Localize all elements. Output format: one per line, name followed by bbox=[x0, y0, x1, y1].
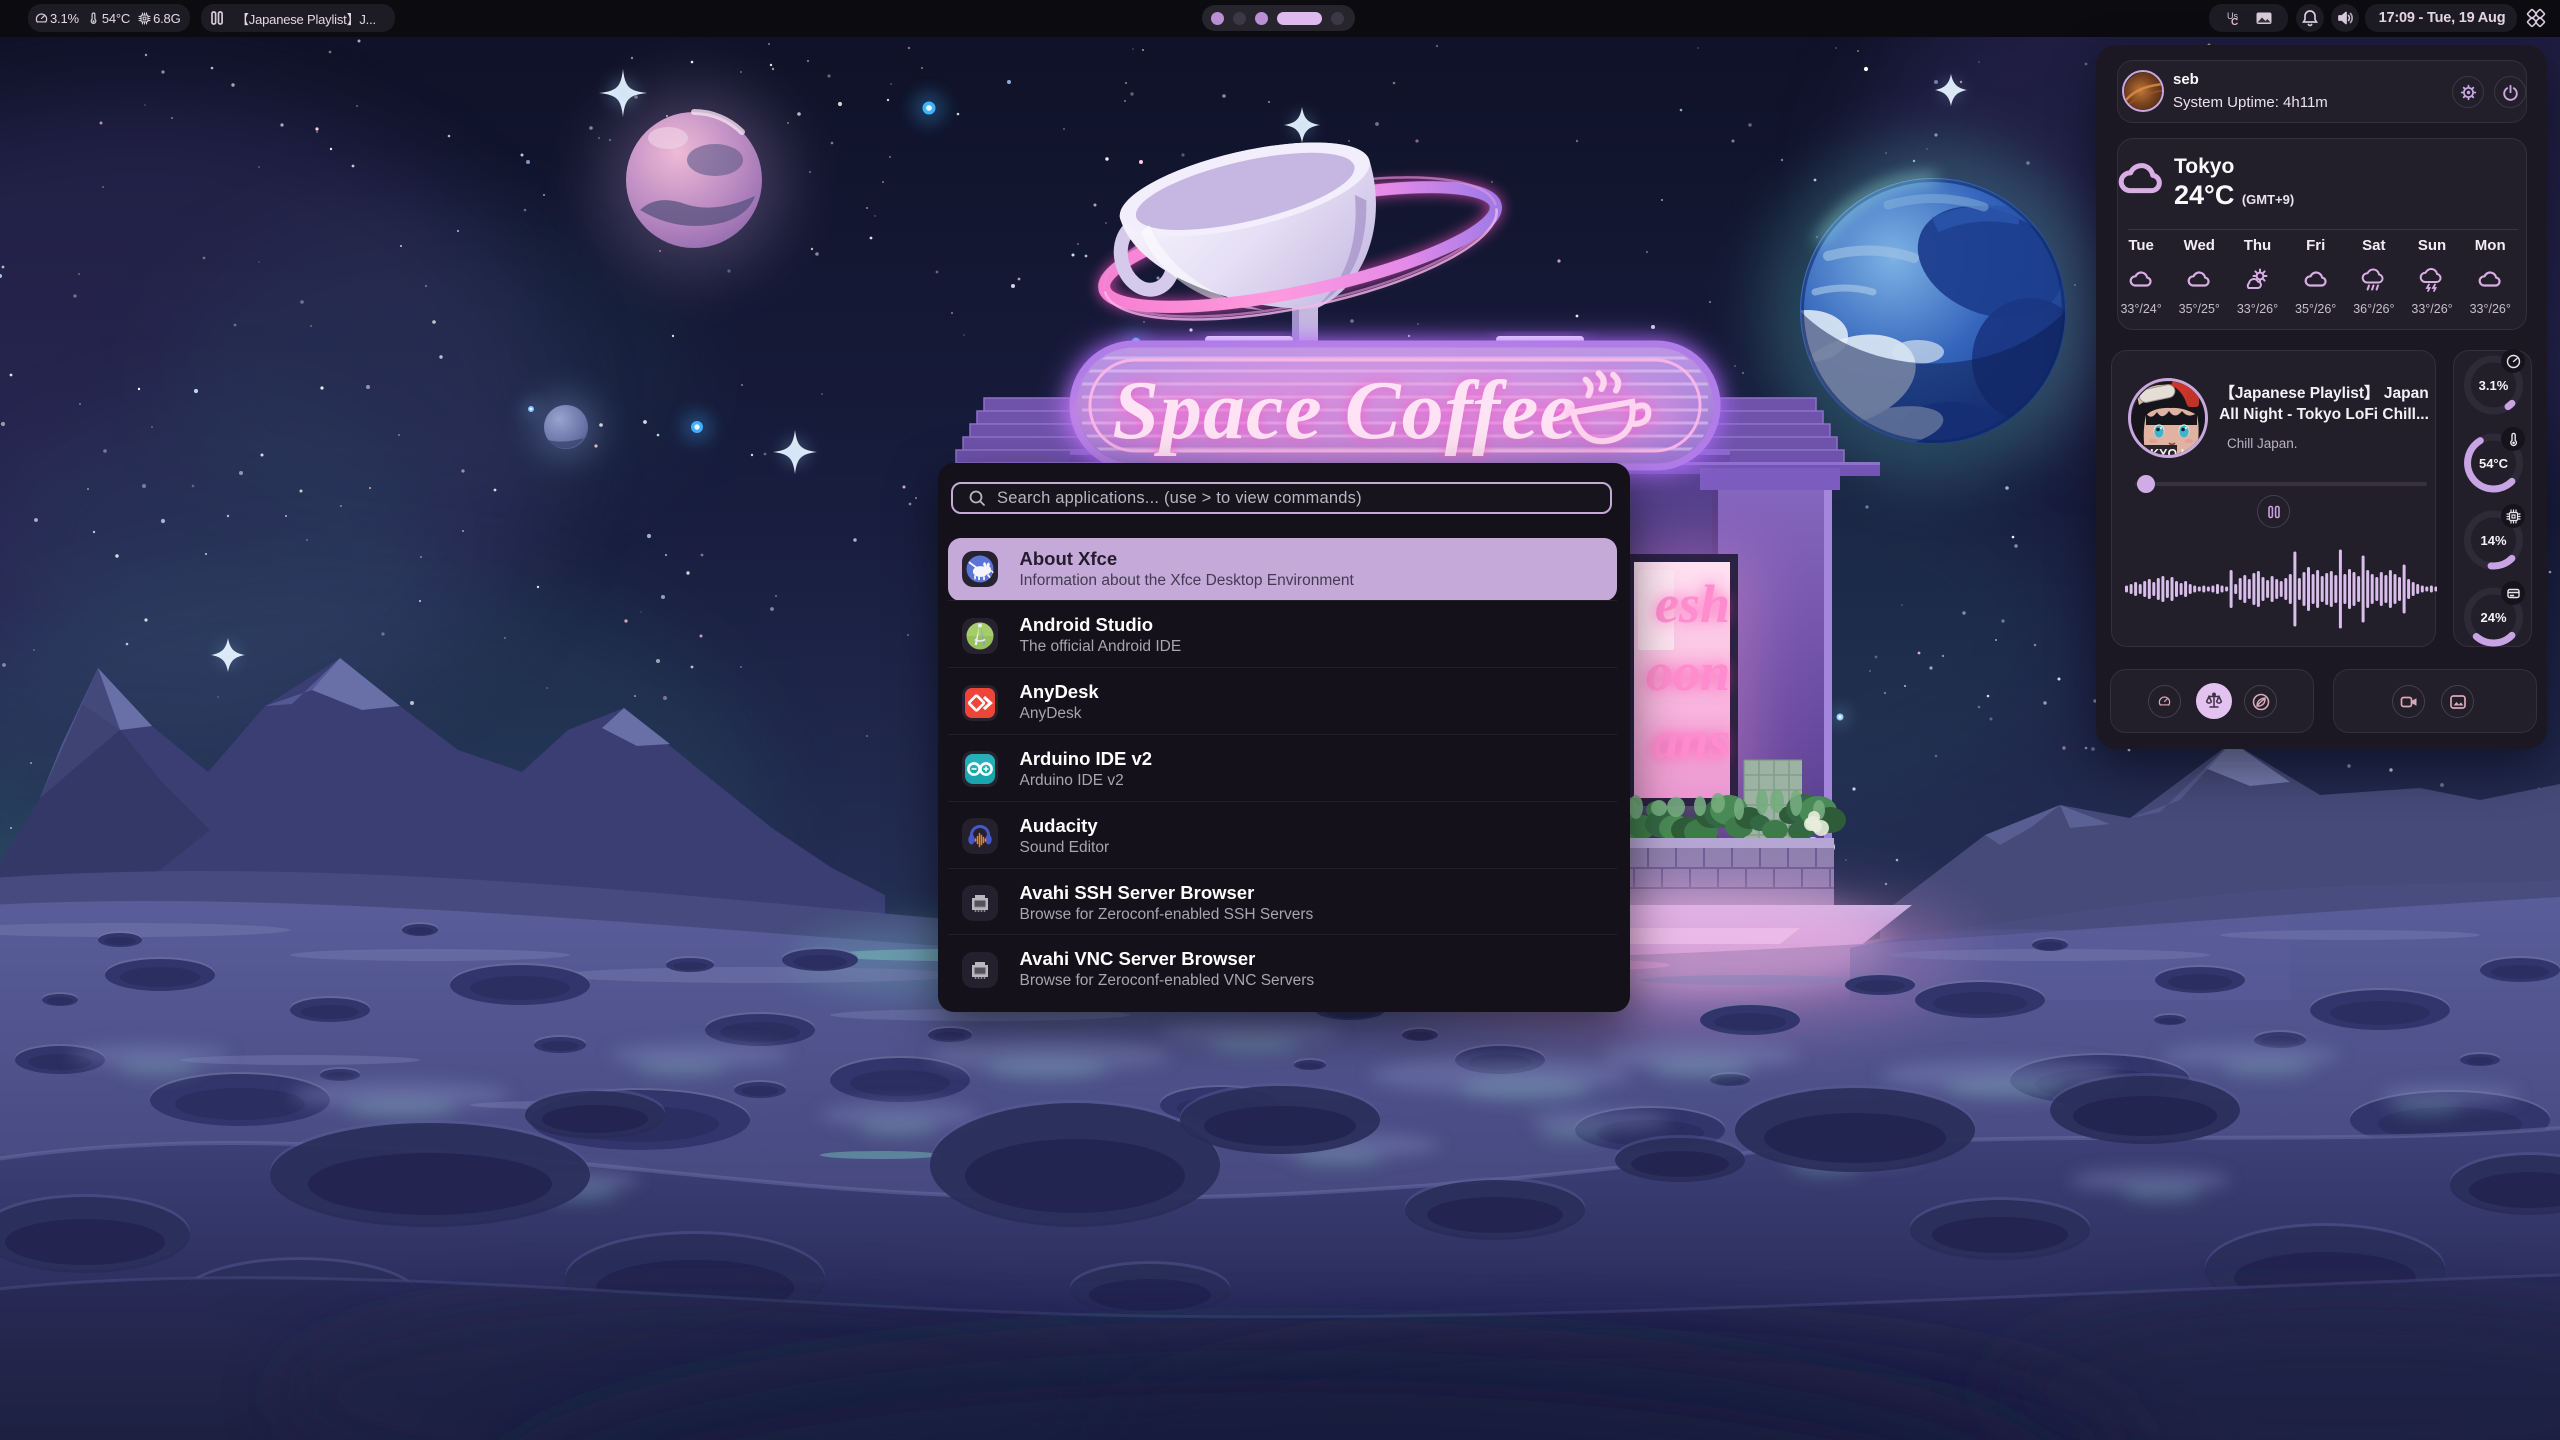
svg-text:Space Coffee: Space Coffee bbox=[1112, 364, 1577, 457]
svg-text:esh: esh bbox=[1655, 574, 1730, 634]
svg-text:oon: oon bbox=[1646, 642, 1730, 702]
svg-text:ans: ans bbox=[1652, 710, 1730, 770]
svg-text:C: C bbox=[2231, 17, 2238, 28]
svg-text:TOKYO L: TOKYO L bbox=[2133, 447, 2189, 458]
